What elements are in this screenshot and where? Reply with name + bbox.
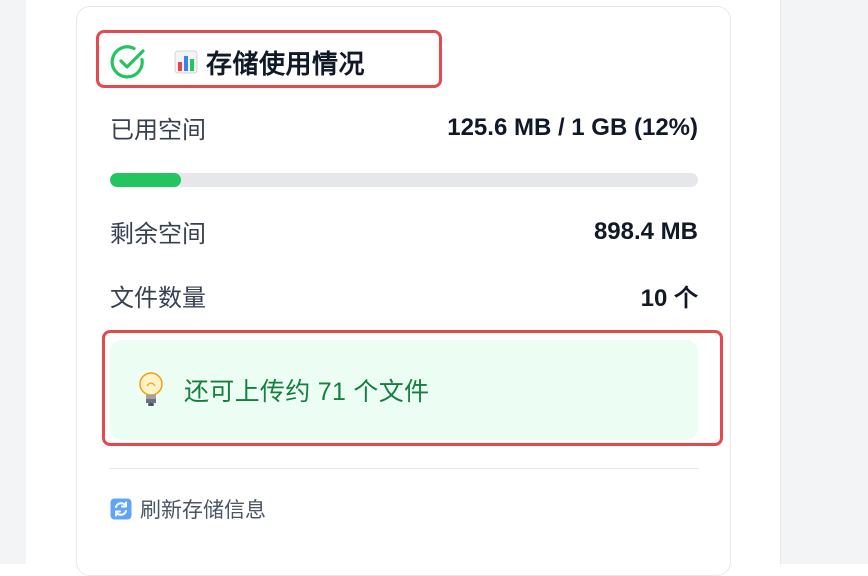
- used-space-value: 125.6 MB / 1 GB (12%): [447, 113, 698, 141]
- used-space-row: 已用空间 125.6 MB / 1 GB (12%): [110, 110, 698, 145]
- left-gutter: [0, 0, 26, 564]
- file-count-row: 文件数量 10 个: [110, 278, 698, 313]
- refresh-storage-button[interactable]: 刷新存储信息: [110, 494, 266, 524]
- usage-progress-bar: [110, 173, 698, 187]
- remaining-space-label: 剩余空间: [110, 221, 206, 248]
- highlight-box-tip: [102, 330, 723, 446]
- highlight-box-title: [96, 30, 442, 88]
- refresh-icon: [110, 498, 132, 520]
- file-count-value: 10 个: [640, 285, 698, 312]
- refresh-storage-label[interactable]: 刷新存储信息: [140, 494, 266, 524]
- remaining-space-row: 剩余空间 898.4 MB: [110, 214, 698, 249]
- file-count-label: 文件数量: [110, 285, 206, 312]
- usage-progress-fill: [110, 173, 181, 187]
- remaining-space-value: 898.4 MB: [593, 217, 698, 245]
- right-gutter: [780, 0, 868, 564]
- used-space-label: 已用空间: [110, 117, 206, 144]
- divider: [110, 468, 698, 469]
